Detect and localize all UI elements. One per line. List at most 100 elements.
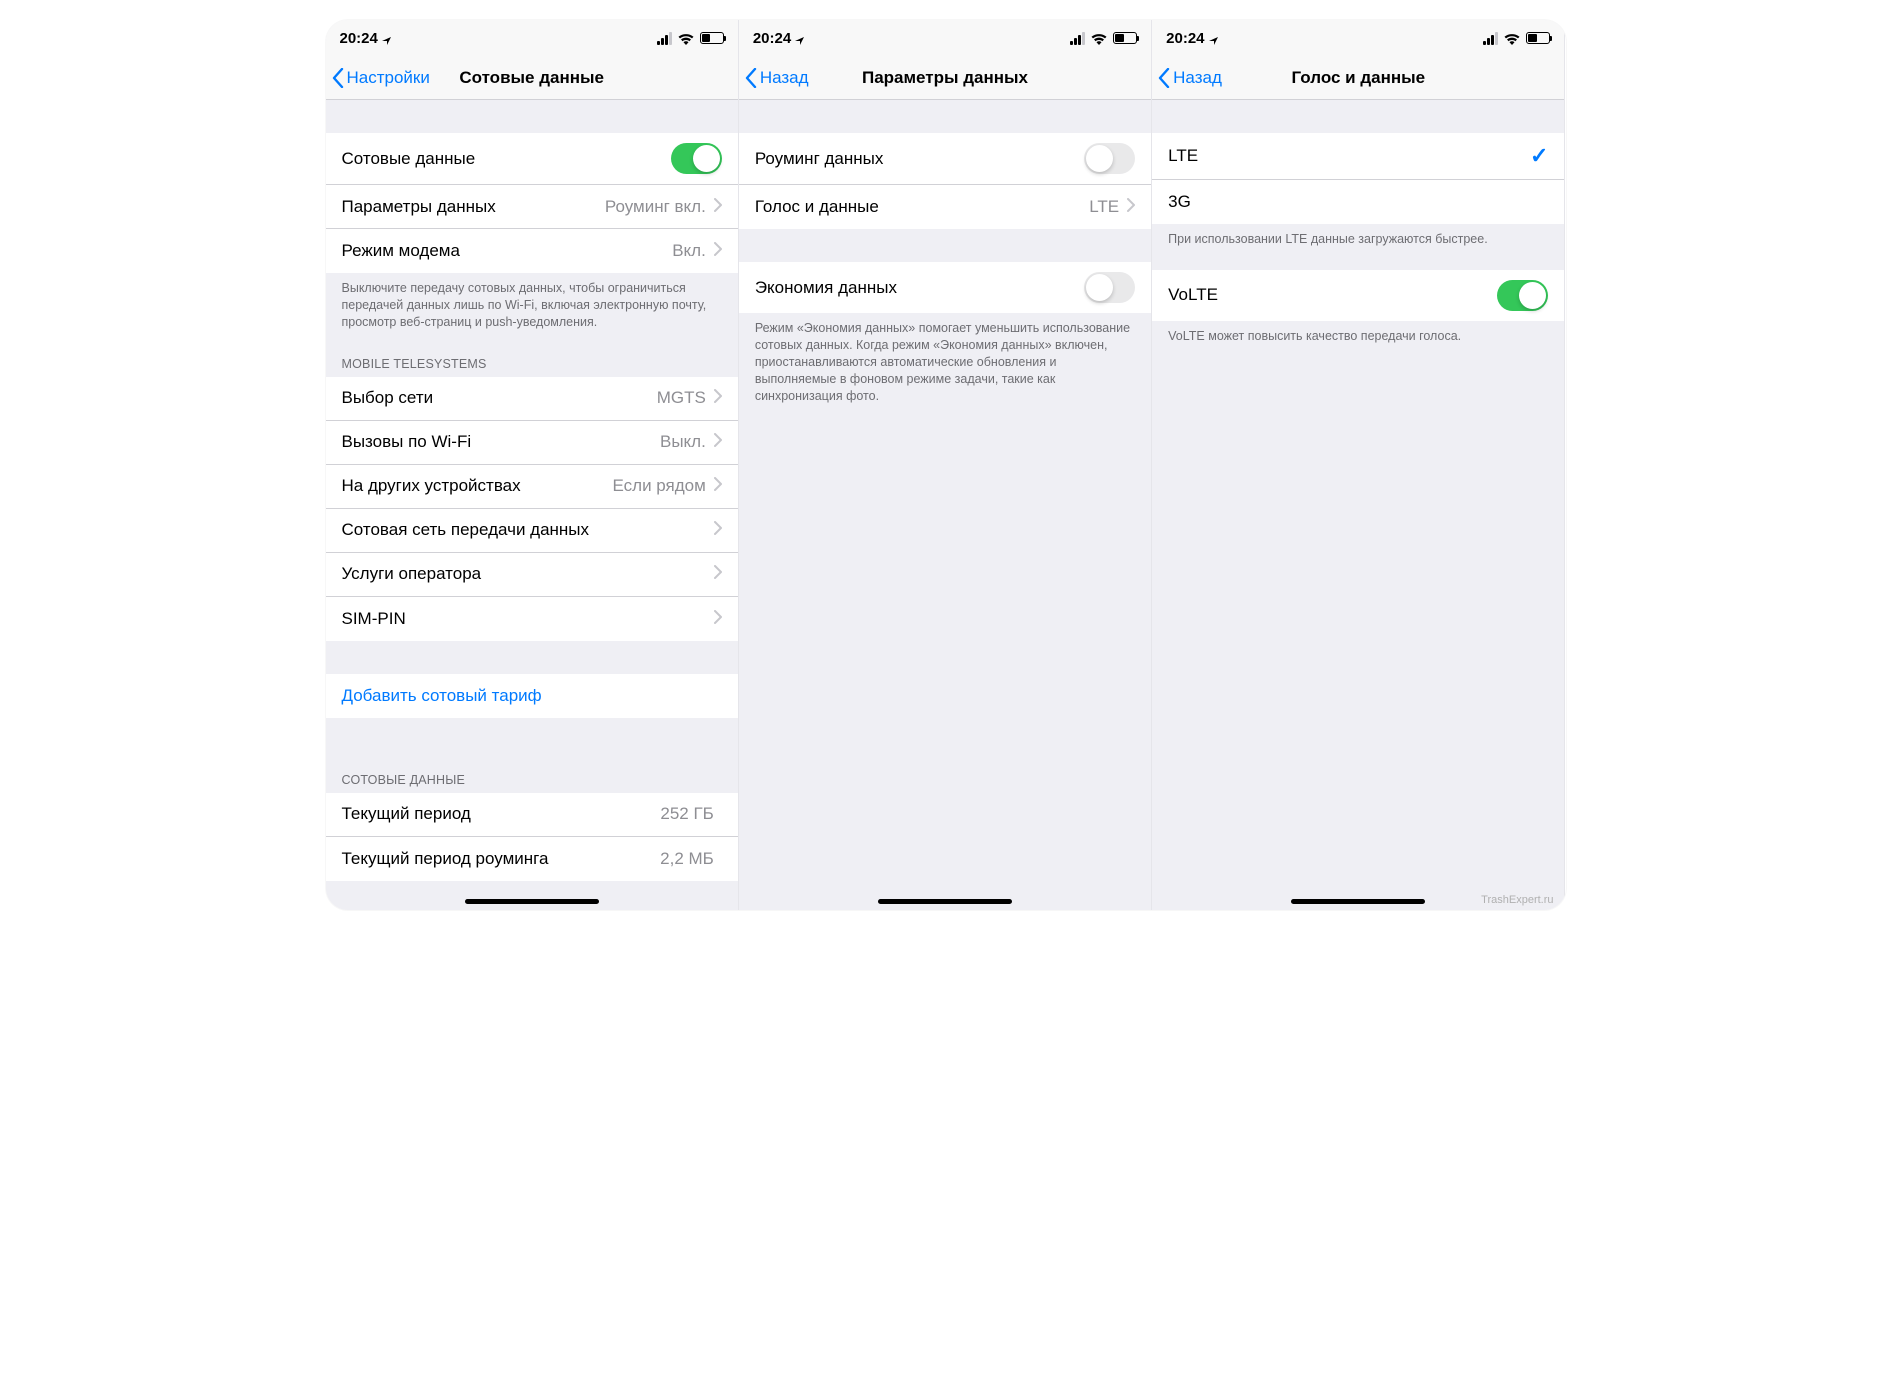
cell-label: LTE bbox=[1168, 146, 1530, 166]
cell-carrier-services[interactable]: Услуги оператора bbox=[326, 553, 738, 597]
nav-bar: Назад Параметры данных bbox=[739, 56, 1151, 100]
switch-volte[interactable] bbox=[1497, 280, 1548, 311]
cell-3g[interactable]: 3G bbox=[1152, 180, 1564, 224]
cell-label: Сотовая сеть передачи данных bbox=[342, 520, 714, 540]
home-indicator[interactable] bbox=[878, 899, 1012, 904]
cell-label: SIM-PIN bbox=[342, 609, 714, 629]
chevron-left-icon bbox=[1158, 68, 1170, 88]
cell-add-plan[interactable]: Добавить сотовый тариф bbox=[326, 674, 738, 718]
status-bar: 20:24 bbox=[1152, 20, 1564, 56]
cell-label: На других устройствах bbox=[342, 476, 613, 496]
wifi-icon bbox=[1091, 32, 1107, 44]
cell-label: Выбор сети bbox=[342, 388, 657, 408]
cell-data-roaming[interactable]: Роуминг данных bbox=[739, 133, 1151, 185]
signal-bars-icon bbox=[1070, 32, 1085, 45]
location-icon bbox=[795, 33, 805, 43]
status-bar: 20:24 bbox=[326, 20, 738, 56]
cell-detail: Вкл. bbox=[672, 241, 706, 261]
back-label: Назад bbox=[760, 68, 809, 88]
group-footer: Выключите передачу сотовых данных, чтобы… bbox=[326, 273, 738, 335]
checkmark-icon: ✓ bbox=[1530, 143, 1548, 169]
cell-low-data-mode[interactable]: Экономия данных bbox=[739, 262, 1151, 313]
wifi-icon bbox=[1504, 32, 1520, 44]
cell-roaming-period[interactable]: Текущий период роуминга 2,2 МБ bbox=[326, 837, 738, 881]
cell-label: Голос и данные bbox=[755, 197, 1089, 217]
chevron-right-icon bbox=[714, 432, 722, 452]
cell-data-options[interactable]: Параметры данных Роуминг вкл. bbox=[326, 185, 738, 229]
chevron-right-icon bbox=[714, 609, 722, 629]
chevron-right-icon bbox=[714, 476, 722, 496]
cell-label: Вызовы по Wi-Fi bbox=[342, 432, 660, 452]
nav-bar: Назад Голос и данные bbox=[1152, 56, 1564, 100]
location-icon bbox=[382, 33, 392, 43]
cell-cellular-network[interactable]: Сотовая сеть передачи данных bbox=[326, 509, 738, 553]
cell-sim-pin[interactable]: SIM-PIN bbox=[326, 597, 738, 641]
cell-network-select[interactable]: Выбор сети MGTS bbox=[326, 377, 738, 421]
page-title: Сотовые данные bbox=[459, 68, 604, 88]
back-button[interactable]: Назад bbox=[1158, 68, 1222, 88]
cell-detail: MGTS bbox=[657, 388, 706, 408]
cell-detail: Если рядом bbox=[613, 476, 706, 496]
switch-low-data-mode[interactable] bbox=[1084, 272, 1135, 303]
cell-label: Текущий период bbox=[342, 804, 661, 824]
cell-label: 3G bbox=[1168, 192, 1548, 212]
back-label: Назад bbox=[1173, 68, 1222, 88]
chevron-right-icon bbox=[714, 388, 722, 408]
cell-wifi-calling[interactable]: Вызовы по Wi-Fi Выкл. bbox=[326, 421, 738, 465]
chevron-right-icon bbox=[1127, 197, 1135, 217]
status-time: 20:24 bbox=[753, 30, 791, 47]
battery-icon bbox=[1526, 32, 1550, 44]
chevron-right-icon bbox=[714, 197, 722, 217]
cell-cellular-data[interactable]: Сотовые данные bbox=[326, 133, 738, 185]
cell-other-devices[interactable]: На других устройствах Если рядом bbox=[326, 465, 738, 509]
content-scroll[interactable]: LTE ✓ 3G При использовании LTE данные за… bbox=[1152, 100, 1564, 910]
cell-current-period[interactable]: Текущий период 252 ГБ bbox=[326, 793, 738, 837]
chevron-left-icon bbox=[745, 68, 757, 88]
content-scroll[interactable]: Роуминг данных Голос и данные LTE Эконом… bbox=[739, 100, 1151, 910]
chevron-left-icon bbox=[332, 68, 344, 88]
cell-label: Текущий период роуминга bbox=[342, 849, 661, 869]
chevron-right-icon bbox=[714, 564, 722, 584]
cell-label: Сотовые данные bbox=[342, 149, 671, 169]
chevron-right-icon bbox=[714, 520, 722, 540]
cell-label: Режим модема bbox=[342, 241, 673, 261]
switch-cellular-data[interactable] bbox=[671, 143, 722, 174]
cell-detail: Роуминг вкл. bbox=[605, 197, 706, 217]
home-indicator[interactable] bbox=[465, 899, 599, 904]
cell-label: Добавить сотовый тариф bbox=[342, 686, 722, 706]
cell-detail: LTE bbox=[1089, 197, 1119, 217]
cell-label: Услуги оператора bbox=[342, 564, 714, 584]
nav-bar: Настройки Сотовые данные bbox=[326, 56, 738, 100]
switch-data-roaming[interactable] bbox=[1084, 143, 1135, 174]
cell-volte[interactable]: VoLTE bbox=[1152, 270, 1564, 321]
group-header: MOBILE TELESYSTEMS bbox=[326, 335, 738, 377]
status-bar: 20:24 bbox=[739, 20, 1151, 56]
signal-bars-icon bbox=[657, 32, 672, 45]
triple-screenshot-frame: 20:24 Настройки Сотовые данные bbox=[326, 20, 1566, 910]
cell-hotspot[interactable]: Режим модема Вкл. bbox=[326, 229, 738, 273]
cell-label: Роуминг данных bbox=[755, 149, 1084, 169]
content-scroll[interactable]: Сотовые данные Параметры данных Роуминг … bbox=[326, 100, 738, 910]
cell-detail: 252 ГБ bbox=[660, 804, 713, 824]
cell-voice-data[interactable]: Голос и данные LTE bbox=[739, 185, 1151, 229]
cell-detail: Выкл. bbox=[660, 432, 706, 452]
group-footer: VoLTE может повысить качество передачи г… bbox=[1152, 321, 1564, 349]
page-title: Параметры данных bbox=[862, 68, 1028, 88]
home-indicator[interactable] bbox=[1291, 899, 1425, 904]
back-label: Настройки bbox=[347, 68, 430, 88]
phone-screen-1: 20:24 Настройки Сотовые данные bbox=[326, 20, 739, 910]
cell-detail: 2,2 МБ bbox=[660, 849, 714, 869]
group-footer: Режим «Экономия данных» помогает уменьши… bbox=[739, 313, 1151, 408]
watermark: TrashExpert.ru bbox=[1481, 894, 1553, 906]
back-button[interactable]: Настройки bbox=[332, 68, 430, 88]
back-button[interactable]: Назад bbox=[745, 68, 809, 88]
status-time: 20:24 bbox=[340, 30, 378, 47]
cell-label: Экономия данных bbox=[755, 278, 1084, 298]
phone-screen-2: 20:24 Назад Параметры данных bbox=[739, 20, 1152, 910]
cell-label: Параметры данных bbox=[342, 197, 605, 217]
location-icon bbox=[1209, 33, 1219, 43]
group-footer: При использовании LTE данные загружаются… bbox=[1152, 224, 1564, 252]
wifi-icon bbox=[678, 32, 694, 44]
cell-lte[interactable]: LTE ✓ bbox=[1152, 133, 1564, 180]
page-title: Голос и данные bbox=[1292, 68, 1426, 88]
